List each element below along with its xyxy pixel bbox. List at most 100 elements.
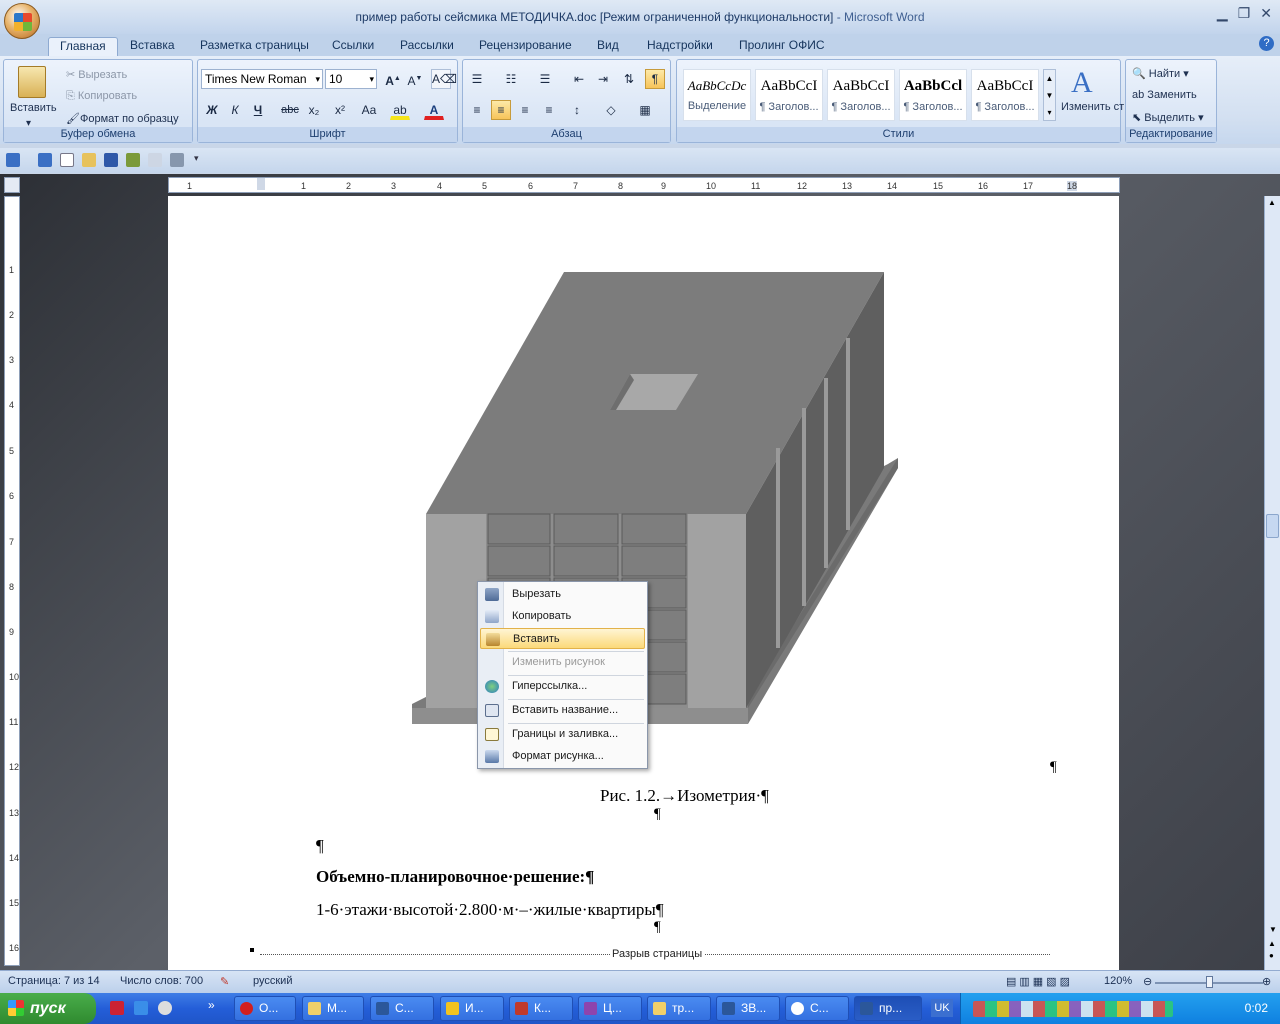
- customize-qat-icon[interactable]: ▾: [194, 153, 204, 167]
- subscript-button[interactable]: x₂: [304, 100, 324, 120]
- line-spacing-icon[interactable]: ↕: [567, 100, 587, 120]
- font-name-combo[interactable]: Times New Roman ▾: [201, 69, 323, 89]
- tab-addins[interactable]: Надстройки: [647, 37, 713, 53]
- menu-item-cut[interactable]: Вырезать: [480, 584, 645, 605]
- cut-button[interactable]: ✂ Вырезать: [66, 68, 127, 81]
- restore-icon[interactable]: ❐: [1238, 5, 1251, 22]
- change-case-button[interactable]: Aa: [356, 100, 382, 120]
- sort-icon[interactable]: ⇅: [619, 69, 639, 89]
- minimize-icon[interactable]: ▁: [1217, 5, 1228, 22]
- scroll-down-icon[interactable]: ▼: [1269, 925, 1277, 934]
- taskbar-button[interactable]: Ц...: [578, 996, 642, 1021]
- bold-button[interactable]: Ж: [202, 100, 222, 120]
- strikethrough-button[interactable]: abc: [280, 100, 300, 120]
- align-right-icon[interactable]: ≡: [515, 100, 535, 120]
- zoom-out-icon[interactable]: ⊖: [1143, 975, 1152, 988]
- menu-item-borders-shading[interactable]: Границы и заливка...: [480, 724, 645, 745]
- numbering-icon[interactable]: ☷: [501, 69, 521, 89]
- shading-icon[interactable]: ◇: [601, 100, 621, 120]
- taskbar-button[interactable]: С...: [785, 996, 849, 1021]
- increase-indent-icon[interactable]: ⇥: [593, 69, 613, 89]
- taskbar-button[interactable]: О...: [234, 996, 296, 1021]
- tab-page-layout[interactable]: Разметка страницы: [200, 37, 309, 53]
- style-heading-3[interactable]: AaBbCcl ¶ Заголов...: [899, 69, 967, 121]
- style-heading-1[interactable]: AaBbCcI ¶ Заголов...: [755, 69, 823, 121]
- multilevel-list-icon[interactable]: ☰: [535, 69, 555, 89]
- help-icon[interactable]: ?: [1259, 36, 1274, 51]
- close-icon[interactable]: ✕: [1260, 5, 1272, 22]
- align-left-icon[interactable]: ≡: [467, 100, 487, 120]
- taskbar-button[interactable]: М...: [302, 996, 364, 1021]
- clear-format-icon[interactable]: A⌫: [431, 69, 457, 89]
- scroll-thumb[interactable]: [1266, 514, 1279, 538]
- font-size-combo[interactable]: 10 ▾: [325, 69, 377, 89]
- chevron-down-icon[interactable]: ▾: [369, 70, 374, 88]
- tab-insert[interactable]: Вставка: [130, 37, 175, 53]
- taskbar-button[interactable]: ЗВ...: [716, 996, 780, 1021]
- vertical-scrollbar[interactable]: ▲ ▼ ▲ ●: [1264, 196, 1280, 970]
- tab-selector[interactable]: [4, 177, 20, 193]
- figure-caption[interactable]: Рис. 1.2.→Изометрия·¶: [600, 786, 769, 806]
- start-button[interactable]: пуск: [0, 993, 96, 1024]
- menu-item-copy[interactable]: Копировать: [480, 606, 645, 627]
- print-icon[interactable]: [170, 153, 184, 167]
- open-folder-icon[interactable]: [82, 153, 96, 167]
- section-heading[interactable]: Объемно-планировочное·решение:¶: [316, 867, 594, 887]
- tab-home[interactable]: Главная: [48, 37, 118, 56]
- undo-icon[interactable]: [6, 153, 20, 167]
- word-count[interactable]: Число слов: 700: [120, 975, 203, 987]
- body-paragraph[interactable]: 1-6·этажи·высотой·2.800·м·–·жилые·кварти…: [316, 900, 664, 920]
- vertical-ruler[interactable]: 1 2 3 4 5 6 7 8 9 10 11 12 13 14 15 16: [4, 196, 20, 966]
- style-heading-2[interactable]: AaBbCcI ¶ Заголов...: [827, 69, 895, 121]
- style-emphasis[interactable]: AaBbCcDc Выделение: [683, 69, 751, 121]
- office-button[interactable]: [4, 3, 40, 39]
- taskbar-button[interactable]: К...: [509, 996, 573, 1021]
- print-preview-icon[interactable]: [148, 153, 162, 167]
- decrease-indent-icon[interactable]: ⇤: [569, 69, 589, 89]
- taskbar-button[interactable]: С...: [370, 996, 434, 1021]
- select-button[interactable]: ⬉ Выделить ▾: [1132, 111, 1204, 124]
- font-color-icon[interactable]: A: [424, 100, 444, 120]
- language-indicator[interactable]: UK: [931, 999, 953, 1017]
- shrink-font-icon[interactable]: A▼: [405, 69, 425, 89]
- copy-button[interactable]: ⎘ Копировать: [66, 90, 137, 103]
- highlight-icon[interactable]: ab: [390, 100, 410, 120]
- replace-button[interactable]: ab Заменить: [1132, 89, 1197, 101]
- save-icon[interactable]: [104, 153, 118, 167]
- previous-page-icon[interactable]: ▲: [1268, 939, 1276, 948]
- show-marks-icon[interactable]: ¶: [645, 69, 665, 89]
- zoom-level[interactable]: 120%: [1104, 975, 1132, 987]
- view-buttons[interactable]: ▤▥▦▧▨: [1006, 975, 1073, 988]
- browse-object-icon[interactable]: ●: [1269, 951, 1274, 960]
- bullets-icon[interactable]: ☰: [467, 69, 487, 89]
- grow-font-icon[interactable]: A▲: [383, 69, 403, 89]
- scroll-up-icon[interactable]: ▲: [1268, 198, 1276, 207]
- quicklaunch-icon[interactable]: [158, 1001, 172, 1015]
- chevron-down-icon[interactable]: ▾: [315, 70, 320, 88]
- change-styles-icon[interactable]: A: [1071, 66, 1093, 100]
- new-document-icon[interactable]: [60, 153, 74, 167]
- tray-icons[interactable]: [973, 1001, 1173, 1017]
- redo-icon[interactable]: [38, 153, 52, 167]
- style-heading-4[interactable]: AaBbCcI ¶ Заголов...: [971, 69, 1039, 121]
- menu-item-insert-caption[interactable]: Вставить название...: [480, 700, 645, 721]
- indent-marker-icon[interactable]: [257, 178, 265, 190]
- menu-item-format-picture[interactable]: Формат рисунка...: [480, 746, 645, 767]
- menu-item-paste[interactable]: Вставить: [480, 628, 645, 649]
- tab-references[interactable]: Ссылки: [332, 37, 374, 53]
- menu-item-change-picture[interactable]: Изменить рисунок: [480, 652, 645, 673]
- borders-icon[interactable]: ▦: [635, 100, 655, 120]
- paste-icon[interactable]: [18, 66, 46, 98]
- taskbar-button[interactable]: И...: [440, 996, 504, 1021]
- paste-button[interactable]: Вставить: [10, 102, 57, 114]
- tab-review[interactable]: Рецензирование: [479, 37, 572, 53]
- spellcheck-status-icon[interactable]: ✎: [220, 975, 229, 988]
- taskbar-button[interactable]: тр...: [647, 996, 711, 1021]
- format-painter-button[interactable]: 🖌Формат по образцу: [66, 112, 179, 125]
- quicklaunch-more-icon[interactable]: »: [208, 998, 215, 1012]
- clock[interactable]: 0:02: [1245, 1001, 1268, 1015]
- language-indicator[interactable]: русский: [253, 975, 292, 987]
- quicklaunch-icon[interactable]: [110, 1001, 124, 1015]
- find-button[interactable]: 🔍 Найти ▾: [1132, 67, 1189, 80]
- quicklaunch-icon[interactable]: [134, 1001, 148, 1015]
